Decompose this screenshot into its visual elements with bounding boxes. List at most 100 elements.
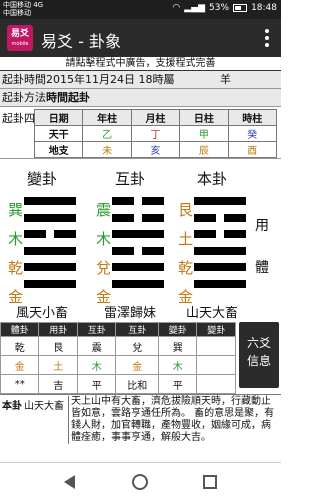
stem-cell: 乙 — [82, 125, 132, 142]
line-segment — [112, 279, 164, 288]
hexagram-name: 風天小畜 — [15, 306, 68, 321]
table-cell: 艮 — [38, 336, 78, 356]
hexagram-title: 本卦 — [196, 170, 227, 188]
back-icon[interactable] — [64, 475, 75, 489]
trigram-char: 乾 — [178, 259, 194, 277]
four-pillars-table: 日期 年柱 月柱 日柱 時柱 天干 乙 丁 甲 癸 地支 未 亥 辰 酉 — [33, 109, 278, 158]
stem-cell: 癸 — [227, 125, 278, 142]
line-segment — [194, 213, 216, 222]
line-segment — [194, 263, 246, 271]
trigram-char: 艮 — [178, 201, 194, 219]
overflow-menu-icon[interactable] — [265, 29, 269, 47]
original-hexagram-detail: 本卦 山天大畜 天上山中有大畜，濟危拔險順天時，行藏動止皆如意，雲路亨通任所為。… — [0, 394, 281, 462]
line-segment — [142, 246, 164, 255]
divination-method-value: 時間起卦 — [46, 91, 90, 104]
header-cell: 互卦 — [115, 322, 159, 337]
trigram-char: 木 — [8, 230, 24, 248]
yin-line — [194, 230, 246, 238]
header-cell: 月柱 — [130, 109, 181, 126]
app-logo-text: 易爻 — [10, 29, 29, 39]
yin-line — [112, 197, 164, 205]
home-icon[interactable] — [132, 474, 148, 490]
trigram-chars: 艮 土 乾 金 — [178, 196, 194, 312]
yang-line — [112, 263, 164, 271]
line-segment — [24, 230, 46, 238]
line-segment — [112, 263, 164, 271]
divination-method-row: 起卦方法時間起卦 — [0, 89, 281, 107]
branch-cell: 未 — [82, 141, 132, 158]
trigram-char: 木 — [96, 230, 112, 248]
table-cell: 金 — [115, 355, 159, 375]
table-cell: ** — [0, 374, 40, 394]
row-header: 地支 — [33, 141, 84, 158]
mutual-hexagram[interactable]: 互卦 震 木 兌 金 雷澤歸妹 — [90, 160, 170, 330]
branch-cell: 亥 — [130, 141, 181, 158]
changed-hexagram[interactable]: 變卦 巽 木 乾 金 風天小畜 — [2, 160, 82, 330]
line-segment — [112, 230, 164, 238]
original-hexagram[interactable]: 本卦 艮 土 乾 金 山天大畜 — [172, 160, 252, 330]
carrier-info: 中国移动 4G 中国移动 — [3, 1, 43, 17]
line-segment — [194, 246, 246, 255]
table-cell: 木 — [157, 355, 198, 375]
table-cell: 巽 — [157, 336, 198, 356]
six-lines-info-button[interactable]: 六爻 信息 — [239, 322, 279, 388]
yang-line — [112, 230, 164, 238]
divination-time-label: 起卦時間2015年11月24日 18時屬 — [2, 73, 175, 86]
line-segment — [54, 230, 76, 238]
line-segment — [24, 279, 76, 288]
yang-line — [194, 246, 246, 255]
four-pillars-section: 起卦四柱 日期 年柱 月柱 日柱 時柱 天干 乙 丁 甲 癸 地支 未 亥 辰 … — [0, 107, 281, 159]
recent-apps-icon[interactable] — [203, 475, 217, 489]
ad-banner[interactable]: 請點擊程式中廣告，支援程式完善 — [0, 57, 281, 71]
trigram-char: 乾 — [8, 259, 24, 277]
branch-cell: 酉 — [227, 141, 278, 158]
header-cell: 日期 — [33, 109, 84, 126]
yin-line — [24, 230, 76, 238]
yin-line — [112, 213, 164, 222]
element-row: 金 土 木 金 木 — [0, 355, 236, 375]
stem-cell: 甲 — [179, 125, 229, 142]
system-nav-bar — [0, 462, 281, 500]
table-cell: 土 — [38, 355, 78, 375]
six-lines-label: 六爻 — [246, 336, 271, 350]
yang-line — [24, 279, 76, 288]
table-cell — [196, 355, 236, 375]
line-segment — [194, 197, 246, 205]
hexagram-title: 互卦 — [114, 170, 145, 188]
hexagram-name: 雷澤歸妹 — [103, 306, 156, 321]
heavenly-stems-row: 天干 乙 丁 甲 癸 — [33, 125, 278, 142]
app-logo: 易爻 mobile — [7, 25, 33, 51]
yang-line — [24, 263, 76, 271]
table-cell: 金 — [0, 355, 40, 375]
earthly-branches-row: 地支 未 亥 辰 酉 — [33, 141, 278, 158]
stem-cell: 丁 — [130, 125, 181, 142]
table-cell: 吉 — [38, 374, 78, 394]
header-cell: 體卦 — [0, 322, 40, 337]
status-bar: 中国移动 4G 中国移动 ◠ ▂▄▆ 53% 18:48 — [0, 0, 281, 19]
trigram-char: 兌 — [96, 259, 112, 277]
line-segment — [142, 197, 164, 205]
yin-line — [112, 246, 164, 255]
line-segment — [24, 197, 76, 205]
ti-label: 體 — [255, 260, 269, 276]
hexagrams-section: 變卦 巽 木 乾 金 風天小畜 互卦 震 木 兌 金 雷澤歸妹 本卦 艮 土 乾… — [0, 160, 281, 330]
table-cell: 比和 — [115, 374, 159, 394]
table-cell: 兌 — [115, 336, 159, 356]
header-cell: 年柱 — [82, 109, 132, 126]
row-header: 天干 — [33, 125, 84, 142]
app-bar: 易爻 mobile 易爻 - 卦象 — [0, 19, 281, 57]
trigram-chars: 震 木 兌 金 — [96, 196, 112, 312]
relations-header: 體卦 用卦 互卦 互卦 變卦 變卦 — [0, 322, 236, 337]
table-cell: 震 — [76, 336, 117, 356]
relation-row: ** 吉 平 比和 平 — [0, 374, 236, 394]
line-segment — [24, 213, 76, 222]
line-segment — [24, 246, 76, 255]
line-segment — [112, 246, 134, 255]
header-cell: 用卦 — [38, 322, 78, 337]
line-segment — [112, 213, 134, 222]
divination-method-label: 起卦方法 — [2, 91, 46, 104]
carrier-2: 中国移动 — [3, 9, 31, 17]
header-cell: 互卦 — [76, 322, 117, 337]
hexagram-name: 山天大畜 — [185, 306, 238, 321]
yang-line — [194, 279, 246, 288]
